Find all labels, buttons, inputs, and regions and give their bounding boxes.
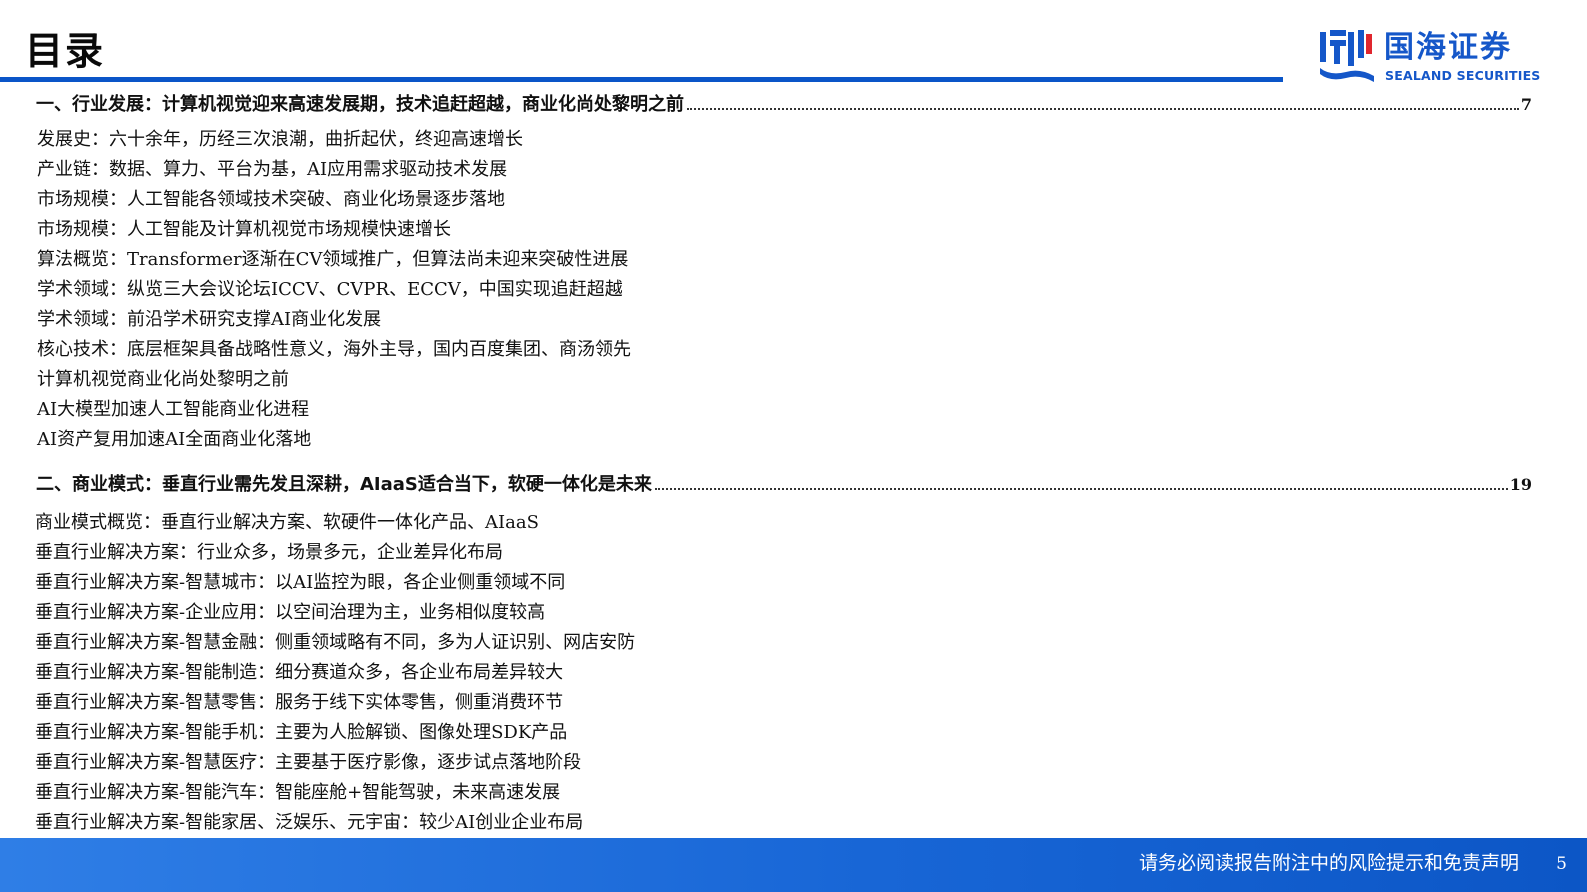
company-logo: 国海证券 SEALAND SECURITIES bbox=[1318, 26, 1541, 86]
logo-english-name: SEALAND SECURITIES bbox=[1385, 68, 1541, 83]
toc-item[interactable]: 垂直行业解决方案-智能家居、泛娱乐、元宇宙：较少AI创业企业布局 bbox=[35, 811, 583, 835]
toc-item[interactable]: 垂直行业解决方案-智能制造：细分赛道众多，各企业布局差异较大 bbox=[35, 661, 563, 685]
section-title: 二、商业模式：垂直行业需先发且深耕，AIaaS适合当下，软硬一体化是未来 bbox=[36, 474, 652, 495]
toc-item[interactable]: 计算机视觉商业化尚处黎明之前 bbox=[37, 368, 289, 392]
sealand-logo-icon bbox=[1320, 30, 1374, 82]
toc-item[interactable]: 发展史：六十余年，历经三次浪潮，曲折起伏，终迎高速增长 bbox=[37, 128, 523, 152]
toc-item[interactable]: AI大模型加速人工智能商业化进程 bbox=[37, 398, 309, 422]
toc-item[interactable]: 垂直行业解决方案：行业众多，场景多元，企业差异化布局 bbox=[35, 541, 503, 565]
toc-item[interactable]: 商业模式概览：垂直行业解决方案、软硬件一体化产品、AIaaS bbox=[35, 511, 539, 535]
toc-item[interactable]: 垂直行业解决方案-智慧金融：侧重领域略有不同，多为人证识别、网店安防 bbox=[35, 631, 635, 655]
logo-chinese-name: 国海证券 bbox=[1384, 30, 1512, 65]
dot-leader bbox=[654, 488, 1508, 490]
toc-item[interactable]: 市场规模：人工智能各领域技术突破、商业化场景逐步落地 bbox=[37, 188, 505, 212]
page-number: 5 bbox=[1556, 854, 1567, 874]
toc-item[interactable]: 学术领域：前沿学术研究支撑AI商业化发展 bbox=[37, 308, 381, 332]
toc-item[interactable]: 垂直行业解决方案-智慧零售：服务于线下实体零售，侧重消费环节 bbox=[35, 691, 563, 715]
risk-disclaimer: 请务必阅读报告附注中的风险提示和免责声明 bbox=[1138, 852, 1519, 874]
section-title: 一、行业发展：计算机视觉迎来高速发展期，技术追赶超越，商业化尚处黎明之前 bbox=[36, 94, 684, 115]
title-divider bbox=[0, 77, 1283, 82]
footer-bar: 请务必阅读报告附注中的风险提示和免责声明 5 bbox=[0, 838, 1587, 892]
toc-item[interactable]: 垂直行业解决方案-智慧城市：以AI监控为眼，各企业侧重领域不同 bbox=[35, 571, 565, 595]
section-page-number: 19 bbox=[1509, 475, 1532, 494]
toc-section-heading[interactable]: 二、商业模式：垂直行业需先发且深耕，AIaaS适合当下，软硬一体化是未来 19 bbox=[36, 472, 1532, 498]
toc-item[interactable]: 垂直行业解决方案-智能手机：主要为人脸解锁、图像处理SDK产品 bbox=[35, 721, 567, 745]
section-page-number: 7 bbox=[1520, 95, 1532, 114]
toc-item[interactable]: 学术领域：纵览三大会议论坛ICCV、CVPR、ECCV，中国实现追赶超越 bbox=[37, 278, 623, 302]
toc-item[interactable]: 核心技术：底层框架具备战略性意义，海外主导，国内百度集团、商汤领先 bbox=[37, 338, 631, 362]
dot-leader bbox=[687, 108, 1519, 110]
toc-item[interactable]: 垂直行业解决方案-智慧医疗：主要基于医疗影像，逐步试点落地阶段 bbox=[35, 751, 581, 775]
toc-item[interactable]: AI资产复用加速AI全面商业化落地 bbox=[37, 428, 311, 452]
toc-item[interactable]: 市场规模：人工智能及计算机视觉市场规模快速增长 bbox=[37, 218, 451, 242]
toc-item[interactable]: 产业链：数据、算力、平台为基，AI应用需求驱动技术发展 bbox=[37, 158, 507, 182]
toc-item[interactable]: 垂直行业解决方案-智能汽车：智能座舱+智能驾驶，未来高速发展 bbox=[35, 781, 560, 805]
toc-section-heading[interactable]: 一、行业发展：计算机视觉迎来高速发展期，技术追赶超越，商业化尚处黎明之前 7 bbox=[36, 92, 1532, 118]
page-title: 目录 bbox=[25, 29, 106, 73]
toc-item[interactable]: 垂直行业解决方案-企业应用：以空间治理为主，业务相似度较高 bbox=[35, 601, 545, 625]
toc-item[interactable]: 算法概览：Transformer逐渐在CV领域推广，但算法尚未迎来突破性进展 bbox=[37, 248, 628, 272]
